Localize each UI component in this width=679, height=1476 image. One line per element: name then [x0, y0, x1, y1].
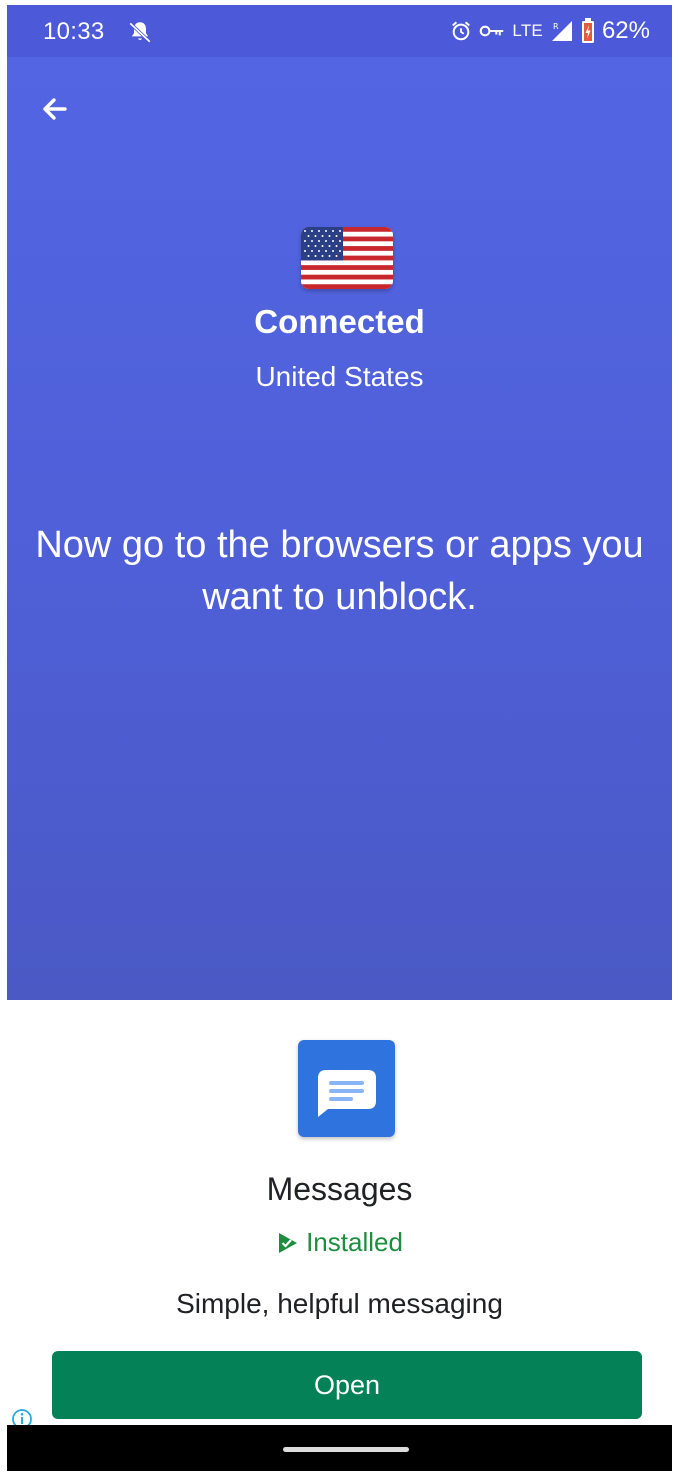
battery-percent: 62% [601, 17, 650, 44]
svg-text:R: R [553, 22, 559, 31]
phone-screen: 10:33 LTE R 62% Connected United States … [7, 5, 672, 1471]
instruction-message: Now go to the browsers or apps you want … [35, 524, 644, 618]
vpn-key-icon [480, 25, 504, 37]
installed-label: Installed [306, 1227, 403, 1257]
vpn-status-panel: Connected United States Now go to the br… [7, 57, 672, 1000]
status-icons: LTE R 62% [450, 17, 650, 45]
network-type: LTE [512, 21, 543, 40]
back-arrow-icon[interactable] [33, 87, 77, 131]
connection-status: Connected [254, 303, 425, 340]
app-install-ad: Messages Installed Simple, helpful messa… [7, 1000, 672, 1452]
home-gesture-handle[interactable] [283, 1447, 409, 1452]
ad-app-name: Messages [266, 1171, 413, 1207]
alarm-icon [452, 21, 471, 41]
do-not-disturb-off-icon [129, 22, 151, 43]
signal-icon: R [551, 21, 572, 41]
battery-icon [581, 18, 594, 43]
status-time: 10:33 [43, 18, 105, 45]
message-bubble-icon [318, 1070, 376, 1117]
messages-app-icon[interactable] [298, 1040, 395, 1137]
play-check-icon [279, 1232, 298, 1253]
ad-tagline: Simple, helpful messaging [176, 1288, 503, 1319]
open-app-button[interactable]: Open [52, 1351, 642, 1419]
navigation-bar [7, 1425, 672, 1471]
us-flag-icon [301, 227, 393, 289]
connected-country: United States [255, 361, 424, 392]
status-bar: 10:33 LTE R 62% [7, 5, 672, 57]
installed-status: Installed [7, 1227, 672, 1258]
